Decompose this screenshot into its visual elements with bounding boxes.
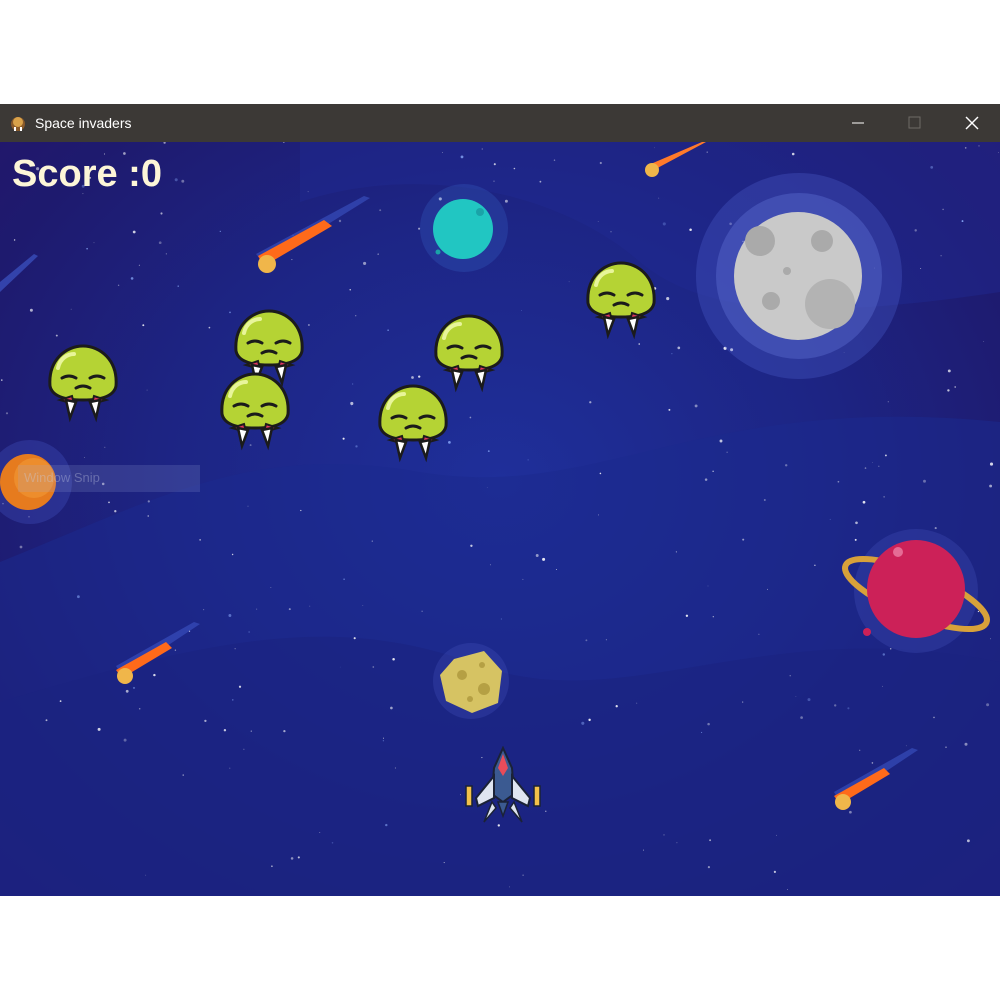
- game-canvas[interactable]: Window Snip Score :0: [0, 142, 1000, 896]
- moon: [696, 173, 902, 379]
- alien: [214, 370, 296, 457]
- comet: [834, 748, 918, 810]
- asteroid: [433, 643, 509, 719]
- teal-planet: [420, 184, 508, 272]
- score-label: Score :0: [12, 153, 162, 195]
- comet: [256, 196, 370, 273]
- minimize-button[interactable]: [835, 104, 881, 142]
- alien: [372, 382, 454, 469]
- alien: [42, 342, 124, 429]
- space-invader-icon: [11, 117, 25, 131]
- window-title: Space invaders: [35, 115, 132, 131]
- maximize-icon: [908, 116, 921, 129]
- close-icon: [965, 116, 979, 130]
- close-button[interactable]: [949, 104, 995, 142]
- alien: [580, 259, 662, 346]
- game-window: Space invaders Window Snip Score:0: [0, 104, 1000, 896]
- ringed-planet: [842, 529, 990, 653]
- maximize-button[interactable]: [891, 104, 937, 142]
- window-snip-overlay: Window Snip: [18, 465, 200, 492]
- comet: [116, 622, 200, 684]
- player-ship[interactable]: [462, 746, 544, 824]
- minimize-icon: [852, 122, 864, 124]
- comet: [645, 142, 706, 177]
- comet: [0, 254, 38, 292]
- snip-text: Window Snip: [24, 470, 100, 485]
- title-bar[interactable]: Space invaders: [0, 104, 1000, 142]
